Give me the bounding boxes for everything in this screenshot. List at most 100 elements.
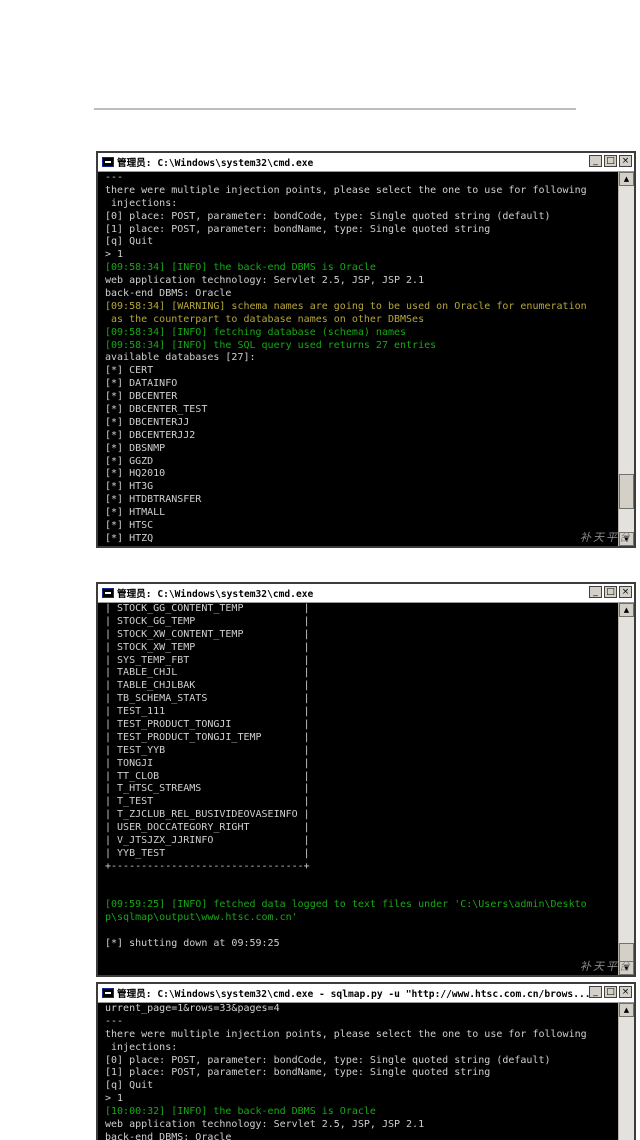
console-line: | T_HTSC_STREAMS | <box>105 783 310 795</box>
console-line: | V_JTSJZX_JJRINFO | <box>105 835 310 847</box>
console-line: [0] place: POST, parameter: bondCode, ty… <box>105 210 551 222</box>
close-button[interactable]: × <box>619 586 632 598</box>
scrollbar-thumb[interactable] <box>619 474 634 509</box>
console-line: web application technology: Servlet 2.5,… <box>105 275 425 287</box>
maximize-button[interactable]: □ <box>604 986 617 998</box>
console-line: | TABLE_CHJLBAK | <box>105 680 310 692</box>
window-titlebar[interactable]: 管理员: C:\Windows\system32\cmd.exe _ □ × <box>98 153 634 172</box>
console-line: [*] DBCENTER_TEST <box>105 404 208 416</box>
watermark: 补天平台 <box>580 960 632 973</box>
console-line: | TEST_PRODUCT_TONGJI | <box>105 719 310 731</box>
console-line: > 1 <box>105 249 124 261</box>
console-line: injections: <box>105 197 178 209</box>
console-line: [10:00:32] [INFO] the back-end DBMS is O… <box>105 1106 376 1118</box>
console-line: [1] place: POST, parameter: bondName, ty… <box>105 1067 491 1079</box>
scroll-up-arrow-icon[interactable]: ▲ <box>619 172 634 186</box>
console-output[interactable]: urrent_page=1&rows=33&pages=4 --- there we… <box>98 1003 618 1140</box>
cmd-icon <box>102 157 114 167</box>
watermark: 补天平台 <box>580 531 632 544</box>
window-title: 管理员: C:\Windows\system32\cmd.exe <box>117 589 314 600</box>
console-line: [*] DATAINFO <box>105 378 178 390</box>
console-line: | TABLE_CHJL | <box>105 667 310 679</box>
window-titlebar[interactable]: 管理员: C:\Windows\system32\cmd.exe - sqlma… <box>98 984 634 1003</box>
minimize-button[interactable]: _ <box>589 586 602 598</box>
console-line: [09:58:34] [INFO] fetching database (sch… <box>105 326 407 338</box>
console-line: [*] DBSNMP <box>105 442 166 454</box>
console-line: available databases [27]: <box>105 352 256 364</box>
console-line: | SYS_TEMP_FBT | <box>105 654 310 666</box>
console-line: [09:58:34] [INFO] the SQL query used ret… <box>105 339 437 351</box>
console-line: there were multiple injection points, pl… <box>105 1028 587 1040</box>
console-line: [09:59:25] [INFO] fetched data logged to… <box>105 899 587 911</box>
console-line: [*] DBCENTERJJ2 <box>105 429 196 441</box>
console-line: | TB_SCHEMA_STATS | <box>105 693 310 705</box>
console-line: [q] Quit <box>105 1080 154 1092</box>
console-line: [*] HTDBTRANSFER <box>105 494 202 506</box>
console-line: [*] DBCENTERJJ <box>105 416 190 428</box>
console-line: [*] HTZQ <box>105 532 154 544</box>
cmd-window-tables[interactable]: 管理员: C:\Windows\system32\cmd.exe _ □ × |… <box>96 582 636 977</box>
cmd-icon <box>102 588 114 598</box>
console-line: | STOCK_GG_TEMP | <box>105 615 310 627</box>
console-line: back-end DBMS: Oracle <box>105 288 232 300</box>
vertical-scrollbar[interactable]: ▲ <box>618 1003 634 1140</box>
console-line: [*] DBCENTER <box>105 391 178 403</box>
console-line: web application technology: Servlet 2.5,… <box>105 1119 425 1131</box>
console-line: | USER_DOCCATEGORY_RIGHT | <box>105 822 310 834</box>
cmd-icon <box>102 988 114 998</box>
scroll-up-arrow-icon[interactable]: ▲ <box>619 603 634 617</box>
cmd-window-databases[interactable]: 管理员: C:\Windows\system32\cmd.exe _ □ × -… <box>96 151 636 548</box>
console-line: > 1 <box>105 1093 124 1105</box>
minimize-button[interactable]: _ <box>589 155 602 167</box>
console-output[interactable]: --- there were multiple injection points,… <box>98 172 618 546</box>
console-line: [*] HQ2010 <box>105 468 166 480</box>
console-line: [*] HTMALL <box>105 507 166 519</box>
console-line: urrent_page=1&rows=33&pages=4 <box>105 1003 280 1014</box>
console-line: --- <box>105 172 124 183</box>
vertical-scrollbar[interactable]: ▲ ▼ <box>618 603 634 975</box>
cmd-window-sqlmap[interactable]: 管理员: C:\Windows\system32\cmd.exe - sqlma… <box>96 982 636 1140</box>
console-line: | STOCK_GG_CONTENT_TEMP | <box>105 603 310 614</box>
console-line: | TT_CLOB | <box>105 770 310 782</box>
console-line: [*] CERT <box>105 365 154 377</box>
maximize-button[interactable]: □ <box>604 155 617 167</box>
console-line: | TEST_PRODUCT_TONGJI_TEMP | <box>105 731 310 743</box>
console-line: p\sqlmap\output\www.htsc.com.cn' <box>105 912 298 924</box>
console-line: injections: <box>105 1041 178 1053</box>
console-line: [*] shutting down at 09:59:25 <box>105 938 280 950</box>
console-line: [09:58:34] [WARNING] schema names are go… <box>105 300 587 312</box>
page-divider <box>94 108 576 110</box>
window-title: 管理员: C:\Windows\system32\cmd.exe <box>117 158 314 169</box>
console-line: | T_TEST | <box>105 796 310 808</box>
console-line: [09:58:34] [INFO] the back-end DBMS is O… <box>105 262 376 274</box>
scroll-up-arrow-icon[interactable]: ▲ <box>619 1003 634 1017</box>
close-button[interactable]: × <box>619 986 632 998</box>
window-titlebar[interactable]: 管理员: C:\Windows\system32\cmd.exe _ □ × <box>98 584 634 603</box>
console-line: | TONGJI | <box>105 757 310 769</box>
console-line: | YYB_TEST | <box>105 847 310 859</box>
console-line: | TEST_YYB | <box>105 744 310 756</box>
console-line: | STOCK_XW_CONTENT_TEMP | <box>105 628 310 640</box>
console-line: [*] HT3G <box>105 481 154 493</box>
console-output[interactable]: | STOCK_GG_CONTENT_TEMP | | STOCK_GG_TEMP… <box>98 603 618 975</box>
console-line: --- <box>105 1015 124 1027</box>
console-line: | STOCK_XW_TEMP | <box>105 641 310 653</box>
minimize-button[interactable]: _ <box>589 986 602 998</box>
window-title: 管理员: C:\Windows\system32\cmd.exe - sqlma… <box>117 989 591 1000</box>
console-line: [1] place: POST, parameter: bondName, ty… <box>105 223 491 235</box>
console-line: as the counterpart to database names on … <box>105 313 425 325</box>
console-line: | T_ZJCLUB_REL_BUSIVIDEOVASEINFO | <box>105 809 310 821</box>
console-line: [q] Quit <box>105 236 154 248</box>
console-line: [0] place: POST, parameter: bondCode, ty… <box>105 1054 551 1066</box>
console-line: | TEST_111 | <box>105 706 310 718</box>
close-button[interactable]: × <box>619 155 632 167</box>
console-line: +--------------------------------+ <box>105 860 310 872</box>
console-line: there were multiple injection points, pl… <box>105 184 587 196</box>
maximize-button[interactable]: □ <box>604 586 617 598</box>
vertical-scrollbar[interactable]: ▲ ▼ <box>618 172 634 546</box>
